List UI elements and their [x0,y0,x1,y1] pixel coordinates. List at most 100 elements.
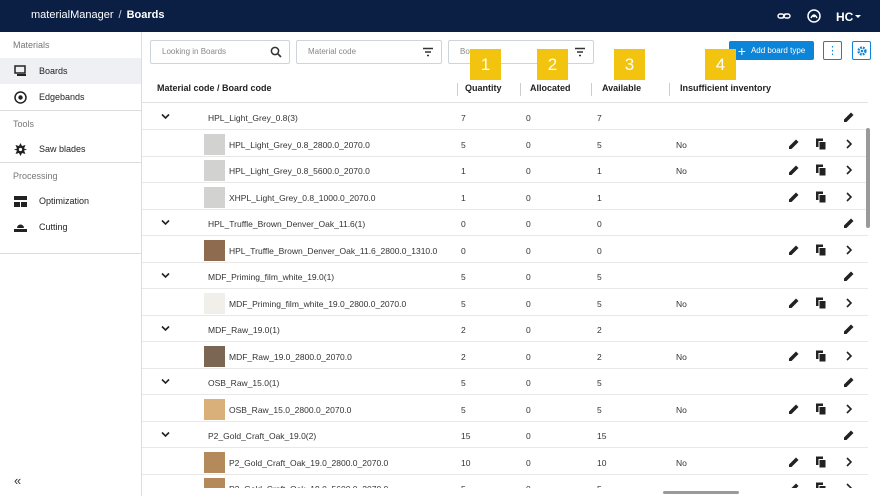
filter-icon[interactable] [422,46,434,58]
available-value: 0 [597,219,602,229]
edit-icon[interactable] [842,110,856,124]
group-code: P2_Gold_Craft_Oak_19.0(2) [208,431,317,441]
copy-icon[interactable] [814,190,828,204]
chevron-right-icon[interactable] [842,137,856,151]
quantity-value: 5 [461,139,466,150]
edit-icon[interactable] [787,349,801,363]
support-icon[interactable] [806,8,822,24]
more-options-button[interactable]: ⋮ [823,41,842,60]
copy-icon[interactable] [814,455,828,469]
sidebar-item-optimization[interactable]: Optimization [0,188,141,214]
horizontal-scrollbar[interactable] [663,491,739,494]
add-board-type-button[interactable]: + Add board type [729,41,814,60]
vertical-scrollbar[interactable] [866,128,870,228]
collapse-sidebar-button[interactable]: « [14,473,21,488]
page-title: Boards [126,9,165,21]
column-header-available[interactable]: Available [602,83,641,93]
edit-icon[interactable] [842,269,856,283]
link-icon[interactable] [776,8,792,24]
table-row[interactable]: HPL_Light_Grey_0.8_5600.0_2070.0 1 0 1 No [142,157,868,183]
group-row[interactable]: MDF_Priming_film_white_19.0(1) 5 0 5 [142,263,868,289]
copy-icon[interactable] [814,349,828,363]
app-name[interactable]: materialManager [31,9,114,21]
available-value: 2 [597,351,602,362]
chevron-right-icon[interactable] [842,296,856,310]
chevron-right-icon[interactable] [842,243,856,257]
edit-icon[interactable] [842,428,856,442]
board-icon [13,64,27,78]
insufficient-value: No [676,404,687,415]
group-code: HPL_Truffle_Brown_Denver_Oak_11.6(1) [208,219,366,229]
copy-icon[interactable] [814,137,828,151]
sidebar-item-saw-blades[interactable]: Saw blades [0,136,141,162]
column-header-quantity[interactable]: Quantity [465,83,502,93]
column-header-allocated[interactable]: Allocated [530,83,571,93]
material-code-placeholder: Material code [308,47,357,56]
chevron-down-icon[interactable] [160,429,171,440]
search-input[interactable]: Looking in Boards [150,40,290,64]
group-row[interactable]: HPL_Truffle_Brown_Denver_Oak_11.6(1) 0 0 0 [142,210,868,236]
quantity-value: 0 [461,219,466,229]
settings-button[interactable] [852,41,871,60]
sidebar-item-boards[interactable]: Boards [0,58,141,84]
copy-icon[interactable] [814,243,828,257]
sidebar-item-label: Saw blades [39,144,86,154]
table-row[interactable]: MDF_Priming_film_white_19.0_2800.0_2070.… [142,290,868,316]
edit-icon[interactable] [787,296,801,310]
edit-icon[interactable] [787,481,801,488]
group-code: MDF_Raw_19.0(1) [208,325,280,335]
column-header-insufficient[interactable]: Insufficient inventory [680,83,771,93]
chevron-down-icon[interactable] [160,270,171,281]
edit-icon[interactable] [787,163,801,177]
board-code: XHPL_Light_Grey_0.8_1000.0_2070.0 [229,192,376,203]
group-row[interactable]: HPL_Light_Grey_0.8(3) 7 0 7 [142,104,868,130]
column-header-code[interactable]: Material code / Board code [157,83,272,93]
edit-icon[interactable] [787,137,801,151]
table-row[interactable]: P2_Gold_Craft_Oak_19.0_2800.0_2070.0 10 0 1… [142,449,868,475]
chevron-right-icon[interactable] [842,402,856,416]
chevron-right-icon[interactable] [842,163,856,177]
group-row[interactable]: MDF_Raw_19.0(1) 2 0 2 [142,316,868,342]
search-icon[interactable] [270,46,282,58]
allocated-value: 0 [526,351,531,362]
chevron-right-icon[interactable] [842,455,856,469]
chevron-down-icon[interactable] [160,217,171,228]
column-divider [457,83,458,96]
material-code-filter[interactable]: Material code [296,40,442,64]
chevron-down-icon[interactable] [160,111,171,122]
table-row[interactable]: P2_Gold_Craft_Oak_19.0_5600.0_2070.0 5 0 5 [142,475,868,488]
chevron-right-icon[interactable] [842,190,856,204]
sidebar-item-cutting[interactable]: Cutting [0,214,141,240]
edit-icon[interactable] [787,455,801,469]
table-row[interactable]: HPL_Light_Grey_0.8_2800.0_2070.0 5 0 5 No [142,131,868,157]
user-menu-icon[interactable]: HC [836,8,862,24]
group-row[interactable]: OSB_Raw_15.0(1) 5 0 5 [142,369,868,395]
chevron-down-icon[interactable] [160,323,171,334]
sidebar-item-edgebands[interactable]: Edgebands [0,84,141,110]
copy-icon[interactable] [814,481,828,488]
edit-icon[interactable] [787,402,801,416]
available-value: 5 [597,139,602,150]
allocated-value: 0 [526,272,531,282]
cutting-icon [13,220,27,234]
table-row[interactable]: OSB_Raw_15.0_2800.0_2070.0 5 0 5 No [142,396,868,422]
edit-icon[interactable] [842,216,856,230]
top-bar: materialManager / Boards HC [0,0,880,32]
quantity-value: 5 [461,272,466,282]
table-row[interactable]: XHPL_Light_Grey_0.8_1000.0_2070.0 1 0 1 [142,184,868,210]
edit-icon[interactable] [842,322,856,336]
group-row[interactable]: P2_Gold_Craft_Oak_19.0(2) 15 0 15 [142,422,868,448]
copy-icon[interactable] [814,296,828,310]
table-row[interactable]: HPL_Truffle_Brown_Denver_Oak_11.6_2800.0… [142,237,868,263]
filter-icon[interactable] [574,46,586,58]
quantity-value: 2 [461,325,466,335]
edit-icon[interactable] [787,243,801,257]
table-row[interactable]: MDF_Raw_19.0_2800.0_2070.0 2 0 2 No [142,343,868,369]
chevron-right-icon[interactable] [842,349,856,363]
edit-icon[interactable] [842,375,856,389]
chevron-down-icon[interactable] [160,376,171,387]
copy-icon[interactable] [814,402,828,416]
copy-icon[interactable] [814,163,828,177]
chevron-right-icon[interactable] [842,481,856,488]
edit-icon[interactable] [787,190,801,204]
